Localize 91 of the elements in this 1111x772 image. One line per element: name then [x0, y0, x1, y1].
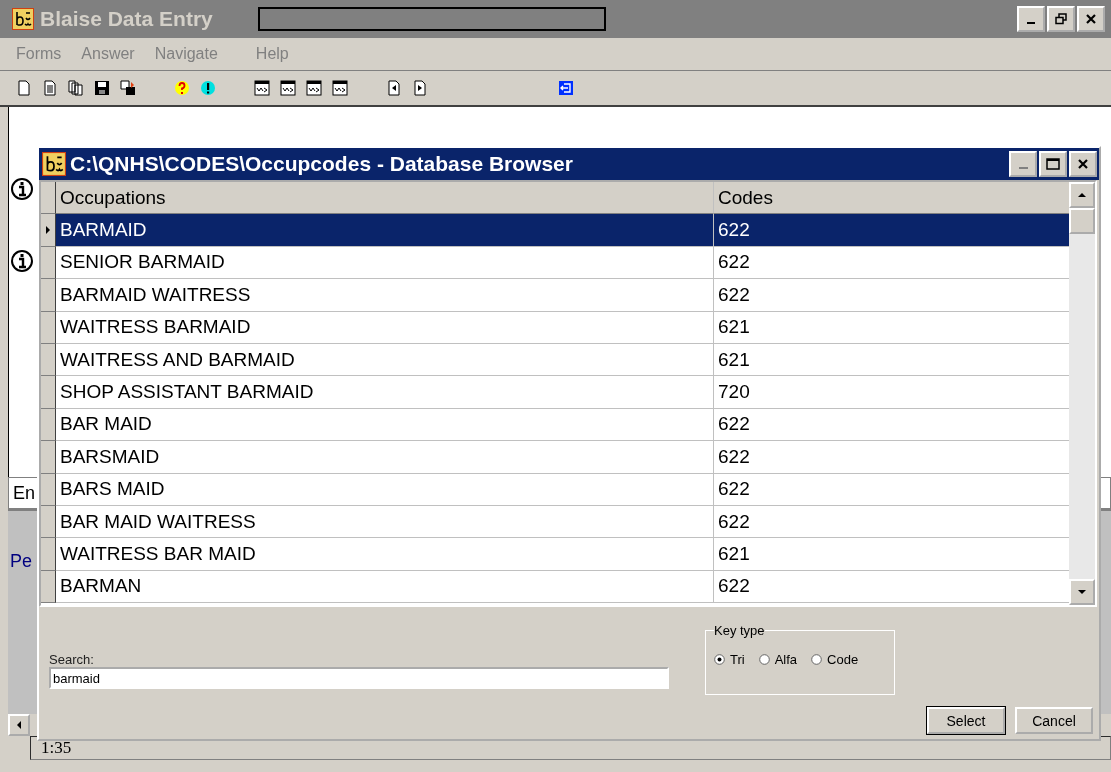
column-header[interactable]: Codes: [714, 182, 1069, 215]
radio-option[interactable]: Alfa: [758, 652, 798, 667]
table-cell[interactable]: 621: [714, 343, 1069, 377]
scroll-up-button[interactable]: [1069, 182, 1095, 208]
vertical-scrollbar[interactable]: [1069, 182, 1095, 605]
row-header[interactable]: [41, 473, 56, 506]
maximize-icon: [1046, 158, 1060, 170]
table-cell[interactable]: BAR MAID WAITRESS: [56, 505, 714, 539]
exit-icon[interactable]: [558, 80, 574, 96]
window-title: Blaise Data Entry: [40, 7, 213, 31]
copy-pages-icon[interactable]: [68, 80, 84, 96]
table-cell[interactable]: 622: [714, 214, 1069, 247]
app-logo-icon: [12, 8, 34, 30]
close-button[interactable]: [1077, 6, 1105, 32]
maximize-button[interactable]: [1039, 151, 1067, 177]
row-header[interactable]: [41, 214, 56, 247]
form-prev-icon[interactable]: [280, 80, 296, 96]
table-cell[interactable]: SHOP ASSISTANT BARMAID: [56, 376, 714, 409]
restore-icon: [1055, 13, 1067, 25]
table-cell[interactable]: WAITRESS BARMAID: [56, 311, 714, 344]
close-button[interactable]: [1069, 151, 1097, 177]
table-cell[interactable]: BARSMAID: [56, 441, 714, 474]
restore-button[interactable]: [1047, 6, 1075, 32]
form-first-icon[interactable]: [306, 80, 322, 96]
table-cell[interactable]: 621: [714, 538, 1069, 571]
app-logo-icon: [42, 152, 66, 176]
table-cell[interactable]: BARS MAID: [56, 473, 714, 506]
minimize-icon: [1027, 22, 1035, 24]
table-cell[interactable]: 622: [714, 441, 1069, 474]
cancel-button[interactable]: Cancel: [1015, 707, 1093, 734]
radio-icon[interactable]: [714, 654, 725, 665]
row-header[interactable]: [41, 570, 56, 604]
down-arrow-icon: [1077, 589, 1087, 595]
scroll-down-button[interactable]: [1069, 579, 1095, 605]
close-icon: [1077, 158, 1089, 170]
info-icon: [11, 177, 33, 201]
group-label: Key type: [714, 623, 765, 638]
table-cell[interactable]: 622: [714, 570, 1069, 604]
table-cell[interactable]: 622: [714, 279, 1069, 312]
status-text: 1:35: [41, 738, 72, 758]
scroll-thumb[interactable]: [1069, 208, 1095, 234]
form-next-icon[interactable]: [254, 80, 270, 96]
row-header[interactable]: [41, 311, 56, 344]
row-header[interactable]: [41, 279, 56, 312]
new-document-icon[interactable]: [16, 80, 32, 96]
row-header[interactable]: [41, 343, 56, 377]
column-header[interactable]: Occupations: [56, 182, 714, 215]
help-icon[interactable]: [174, 80, 190, 96]
table-cell[interactable]: BAR MAID: [56, 408, 714, 442]
table-cell[interactable]: BARMAN: [56, 570, 714, 604]
dialog-title: C:\QNHS\CODES\Occupcodes - Database Browser: [70, 152, 573, 176]
radio-option[interactable]: Code: [811, 652, 859, 667]
page-forward-icon[interactable]: [412, 80, 428, 96]
radio-icon[interactable]: [758, 654, 770, 665]
left-arrow-icon: [15, 720, 23, 730]
table-cell[interactable]: 720: [714, 376, 1069, 409]
row-header[interactable]: [41, 246, 56, 280]
table-cell[interactable]: 622: [714, 505, 1069, 539]
row-header[interactable]: [41, 441, 56, 474]
table-cell[interactable]: BARMAID: [56, 214, 714, 247]
row-header[interactable]: [41, 376, 56, 409]
form-last-icon[interactable]: [332, 80, 348, 96]
table-cell[interactable]: 622: [714, 246, 1069, 280]
row-header[interactable]: [41, 505, 56, 539]
search-label: Search:: [49, 652, 95, 667]
up-arrow-icon: [1077, 192, 1087, 198]
search-field[interactable]: barmaid: [49, 667, 669, 689]
radio-icon[interactable]: [811, 654, 823, 665]
radio-option[interactable]: Tri: [714, 652, 745, 667]
field-label: Pe: [9, 551, 33, 571]
row-header[interactable]: [41, 538, 56, 571]
page-back-icon[interactable]: [386, 80, 402, 96]
select-button[interactable]: Select: [927, 707, 1005, 734]
table-cell[interactable]: 622: [714, 473, 1069, 506]
table-cell[interactable]: WAITRESS BAR MAID: [56, 538, 714, 571]
warning-icon[interactable]: [200, 80, 216, 96]
scroll-left-button[interactable]: [8, 714, 30, 736]
table-cell[interactable]: BARMAID WAITRESS: [56, 279, 714, 312]
table-cell[interactable]: WAITRESS AND BARMAID: [56, 343, 714, 377]
row-header: [41, 182, 56, 215]
close-icon: [1085, 13, 1097, 25]
info-icon: [11, 249, 33, 273]
table-cell[interactable]: 622: [714, 408, 1069, 442]
save-as-icon[interactable]: [120, 80, 136, 96]
table-cell[interactable]: SENIOR BARMAID: [56, 246, 714, 280]
table-cell[interactable]: 621: [714, 311, 1069, 344]
document-icon[interactable]: [42, 80, 58, 96]
save-icon[interactable]: [94, 80, 110, 96]
row-header[interactable]: [41, 408, 56, 442]
minimize-button[interactable]: [1017, 6, 1045, 32]
minimize-icon: [1018, 167, 1028, 169]
